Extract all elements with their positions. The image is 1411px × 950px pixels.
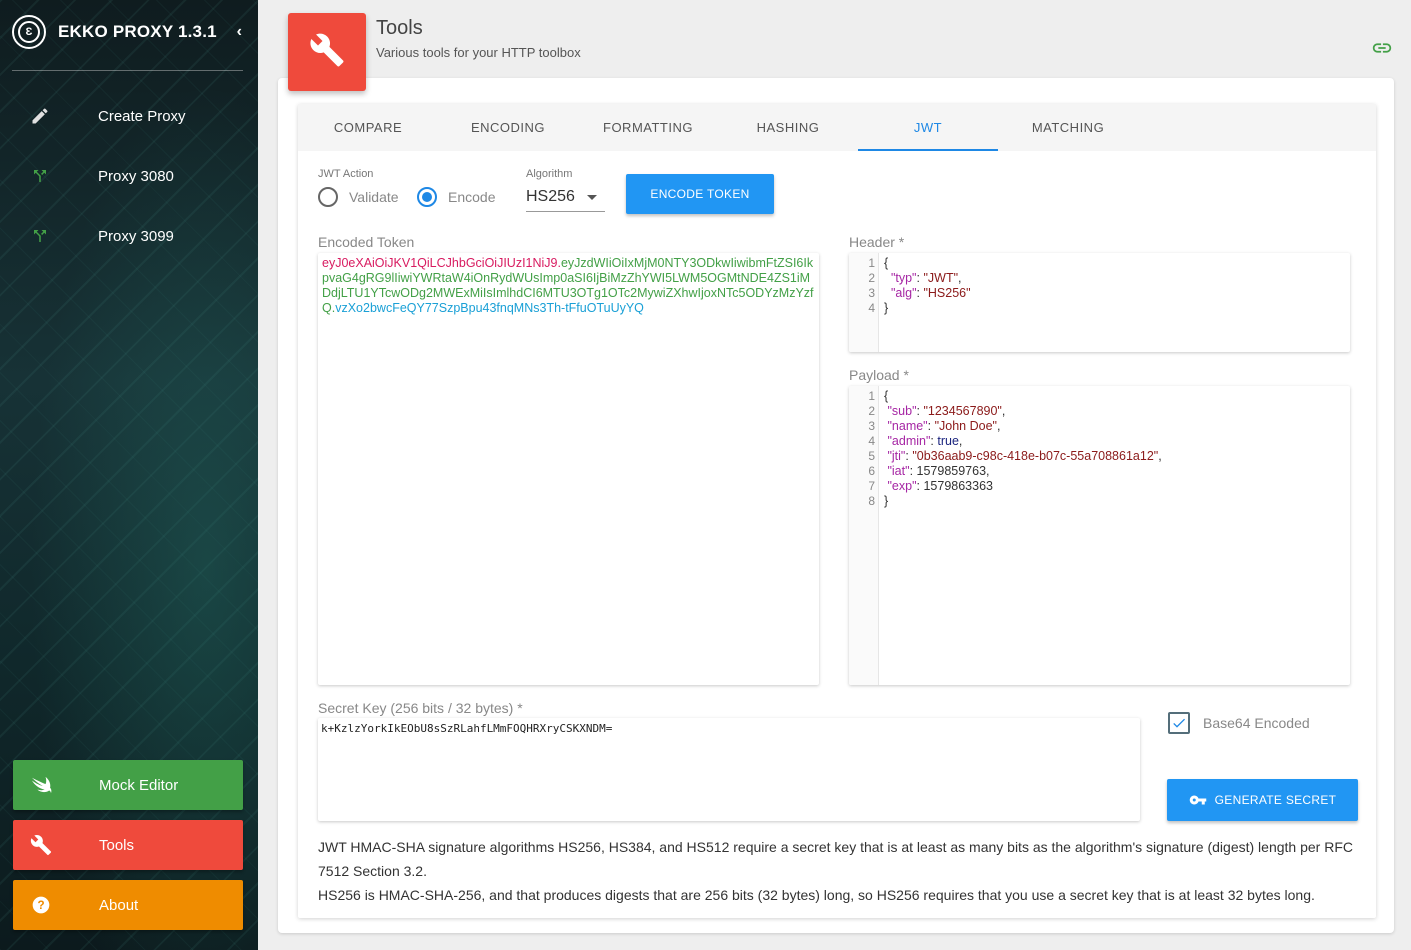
code-line: 7 "exp": 1579863363 xyxy=(849,479,1350,494)
split-arrow-icon xyxy=(12,167,68,185)
tab-jwt[interactable]: JWT xyxy=(858,104,998,151)
algorithm-select[interactable]: HS256 xyxy=(526,183,605,212)
jwt-action-label: JWT Action xyxy=(318,168,374,180)
tab-formatting[interactable]: FORMATTING xyxy=(578,104,718,151)
secret-key-label: Secret Key (256 bits / 32 bytes) * xyxy=(318,700,523,716)
page-title: Tools xyxy=(376,17,423,39)
tools-button[interactable]: Tools xyxy=(13,820,243,870)
base64-encoded-checkbox[interactable]: Base64 Encoded xyxy=(1168,712,1310,734)
radio-circle xyxy=(318,187,338,207)
about-button[interactable]: ? About xyxy=(13,880,243,930)
header-editor[interactable]: 1{2 "typ": "JWT", 3 "alg": "HS256" 4} xyxy=(849,253,1350,352)
check-icon xyxy=(1168,712,1190,734)
brand: Ɛ EKKO PROXY 1.3.1 ‹ xyxy=(12,14,246,50)
code-line: 1{ xyxy=(849,389,1350,404)
encoded-token-label: Encoded Token xyxy=(318,234,415,250)
payload-editor[interactable]: 1{2 "sub": "1234567890", 3 "name": "John … xyxy=(849,386,1350,685)
code-text: "sub": "1234567890", xyxy=(884,404,1006,418)
algorithm-label: Algorithm xyxy=(526,168,573,180)
sidebar-item-proxy-3080[interactable]: Proxy 3080 xyxy=(12,156,243,196)
line-number: 1 xyxy=(868,256,875,270)
encode-token-button[interactable]: ENCODE TOKEN xyxy=(626,174,774,214)
code-text: "name": "John Doe", xyxy=(884,419,1001,433)
ekko-logo-icon: Ɛ xyxy=(12,15,46,49)
split-arrow-icon xyxy=(12,227,68,245)
validate-radio[interactable]: Validate xyxy=(318,187,399,207)
code-text: "exp": 1579863363 xyxy=(884,479,993,493)
line-number: 5 xyxy=(868,449,875,463)
payload-code-lines: 1{2 "sub": "1234567890", 3 "name": "John … xyxy=(849,389,1350,509)
pencil-icon xyxy=(12,106,68,126)
code-text: { xyxy=(884,389,889,403)
link-icon[interactable] xyxy=(1371,40,1393,56)
token-signature-part: vzXo2bwcFeQY77SzpBpu43fnqMNs3Th-tFfuOTuU… xyxy=(335,301,644,315)
code-text: } xyxy=(884,301,889,315)
wrench-icon xyxy=(13,834,69,856)
header-code-lines: 1{2 "typ": "JWT", 3 "alg": "HS256" 4} xyxy=(849,256,1350,316)
info-text-1: JWT HMAC-SHA signature algorithms HS256,… xyxy=(318,839,1353,879)
code-line: 3 "alg": "HS256" xyxy=(849,286,1350,301)
line-number: 6 xyxy=(868,464,875,478)
radio-circle-selected xyxy=(417,187,437,207)
tab-encoding[interactable]: ENCODING xyxy=(438,104,578,151)
help-circle-icon: ? xyxy=(13,895,69,915)
encoded-token-textarea[interactable]: eyJ0eXAiOiJKV1QiLCJhbGciOiJIUzI1NiJ9.eyJ… xyxy=(318,253,819,685)
sidebar: Ɛ EKKO PROXY 1.3.1 ‹ Create Proxy Proxy … xyxy=(0,0,258,950)
code-line: 2 "typ": "JWT", xyxy=(849,271,1350,286)
app-title: EKKO PROXY 1.3.1 xyxy=(58,22,217,41)
code-text: "admin": true, xyxy=(884,434,963,448)
code-text: { xyxy=(884,256,889,270)
payload-label: Payload * xyxy=(849,367,909,383)
divider xyxy=(12,70,243,71)
swift-bird-icon xyxy=(13,775,69,795)
page-subtitle: Various tools for your HTTP toolbox xyxy=(376,45,581,60)
code-text: "iat": 1579859763, xyxy=(884,464,990,478)
generate-secret-button[interactable]: GENERATE SECRET xyxy=(1167,779,1358,821)
line-number: 2 xyxy=(868,404,875,418)
code-line: 4} xyxy=(849,301,1350,316)
code-line: 8} xyxy=(849,494,1350,509)
svg-text:?: ? xyxy=(37,899,44,912)
sidebar-item-create-proxy[interactable]: Create Proxy xyxy=(12,96,243,136)
code-text: "alg": "HS256" xyxy=(884,286,971,300)
chevron-down-icon xyxy=(587,195,597,200)
mock-editor-button[interactable]: Mock Editor xyxy=(13,760,243,810)
code-line: 1{ xyxy=(849,256,1350,271)
code-text: "jti": "0b36aab9-c98c-418e-b07c-55a70886… xyxy=(884,449,1162,463)
code-line: 5 "jti": "0b36aab9-c98c-418e-b07c-55a708… xyxy=(849,449,1350,464)
line-number: 2 xyxy=(868,271,875,285)
tab-compare[interactable]: COMPARE xyxy=(298,104,438,151)
code-line: 4 "admin": true, xyxy=(849,434,1350,449)
code-line: 3 "name": "John Doe", xyxy=(849,419,1350,434)
tab-matching[interactable]: MATCHING xyxy=(998,104,1138,151)
sidebar-item-proxy-3099[interactable]: Proxy 3099 xyxy=(12,216,243,256)
chevron-left-icon[interactable]: ‹ xyxy=(237,23,242,41)
line-number: 7 xyxy=(868,479,875,493)
tab-hashing[interactable]: HASHING xyxy=(718,104,858,151)
code-text: "typ": "JWT", xyxy=(884,271,962,285)
line-number: 4 xyxy=(868,434,875,448)
code-text: } xyxy=(884,494,889,508)
token-header-part: eyJ0eXAiOiJKV1QiLCJhbGciOiJIUzI1NiJ9 xyxy=(322,256,558,270)
line-number: 3 xyxy=(868,286,875,300)
tab-bar: COMPARE ENCODING FORMATTING HASHING JWT … xyxy=(298,104,1376,151)
wrench-icon xyxy=(309,32,345,73)
tools-badge xyxy=(288,13,366,91)
header-label: Header * xyxy=(849,234,905,250)
info-text-2: HS256 is HMAC-SHA-256, and that produces… xyxy=(318,887,1315,903)
encode-radio[interactable]: Encode xyxy=(417,187,495,207)
line-number: 8 xyxy=(868,494,875,508)
code-line: 2 "sub": "1234567890", xyxy=(849,404,1350,419)
secret-key-textarea[interactable]: k+KzlzYorkIkEObU8sSzRLahfLMmFOQHRXryCSKX… xyxy=(318,718,1140,821)
key-icon xyxy=(1189,794,1207,806)
line-number: 3 xyxy=(868,419,875,433)
line-number: 1 xyxy=(868,389,875,403)
line-number: 4 xyxy=(868,301,875,315)
code-line: 6 "iat": 1579859763, xyxy=(849,464,1350,479)
